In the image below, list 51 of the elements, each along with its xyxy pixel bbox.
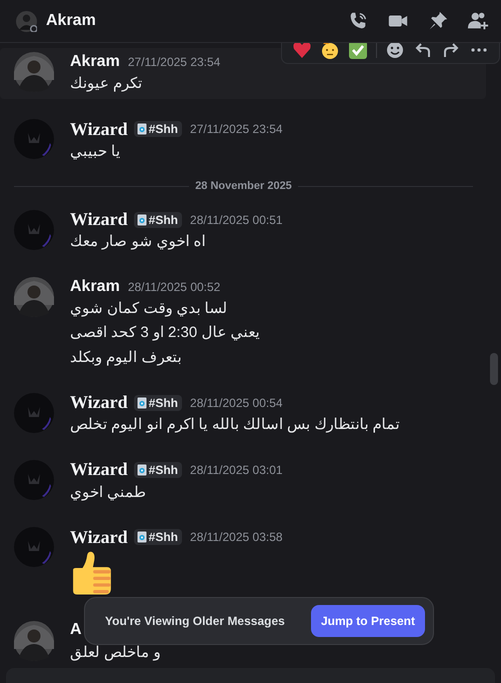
server-tag[interactable]: #Shh <box>134 121 182 138</box>
server-tag[interactable]: #Shh <box>134 212 182 228</box>
badge-icon <box>136 396 147 409</box>
message-text: يعني عال 2:30 او 3 كحد اقصى <box>70 323 260 342</box>
message-text: لسا بدي وقت كمان شوي <box>70 299 228 318</box>
timestamp: 27/11/2025 23:54 <box>190 122 283 136</box>
user-avatar[interactable] <box>14 52 54 92</box>
timestamp: 27/11/2025 23:54 <box>128 54 220 69</box>
user-avatar[interactable] <box>16 10 37 32</box>
timestamp: 28/11/2025 00:51 <box>190 212 283 227</box>
forward-icon[interactable] <box>441 43 461 60</box>
badge-icon <box>136 464 147 476</box>
server-tag[interactable]: #Shh <box>134 462 182 478</box>
message-text: تكرم عيونك <box>70 74 142 92</box>
message-text: يا حبيبي <box>70 142 120 160</box>
author-name[interactable]: Wizard <box>70 459 128 480</box>
scrollbar-thumb[interactable] <box>490 353 498 385</box>
jump-to-present-button[interactable]: Jump to Present <box>310 605 425 637</box>
badge-icon <box>136 531 147 544</box>
add-friend-icon[interactable] <box>467 10 489 32</box>
chat-title: Akram <box>46 12 97 30</box>
timestamp: 28/11/2025 00:54 <box>190 396 283 410</box>
heart-icon[interactable] <box>292 43 312 60</box>
author-name[interactable]: Wizard <box>70 118 128 140</box>
user-avatar[interactable] <box>14 620 54 661</box>
author-name[interactable]: Akram <box>70 278 120 296</box>
badge-icon <box>136 214 147 226</box>
add-reaction-icon[interactable] <box>385 43 405 60</box>
message-text: طمني اخوي <box>70 482 146 501</box>
author-name[interactable]: Akram <box>70 52 120 71</box>
message-text: تمام بانتظارك بس اسالك بالله يا اكرم انو اليوم تخلص <box>70 415 400 434</box>
pin-icon[interactable] <box>427 10 449 32</box>
date-divider: 28 November 2025 <box>195 180 292 192</box>
badge-icon <box>136 123 147 136</box>
author-name[interactable]: Wizard <box>70 526 128 548</box>
author-name[interactable]: A <box>70 621 82 640</box>
face-emoji-icon[interactable] <box>320 43 340 60</box>
message-text: و ماخلص لعلق <box>70 642 160 661</box>
author-name[interactable]: Wizard <box>70 209 128 230</box>
server-tag[interactable]: #Shh <box>134 394 182 411</box>
server-tag[interactable]: #Shh <box>134 529 182 546</box>
message-text: بتعرف اليوم وبكلد <box>70 348 182 366</box>
timestamp: 28/11/2025 03:58 <box>190 530 283 544</box>
user-avatar[interactable] <box>14 277 54 318</box>
checkmark-icon[interactable] <box>348 43 368 60</box>
timestamp: 28/11/2025 03:01 <box>190 462 283 477</box>
message-text: اه اخوي شو صار معك <box>70 232 206 250</box>
older-messages-notice: You're Viewing Older Messages <box>105 614 285 628</box>
timestamp: 28/11/2025 00:52 <box>128 280 220 294</box>
author-name[interactable]: Wizard <box>70 392 128 414</box>
reply-icon[interactable] <box>413 43 433 60</box>
